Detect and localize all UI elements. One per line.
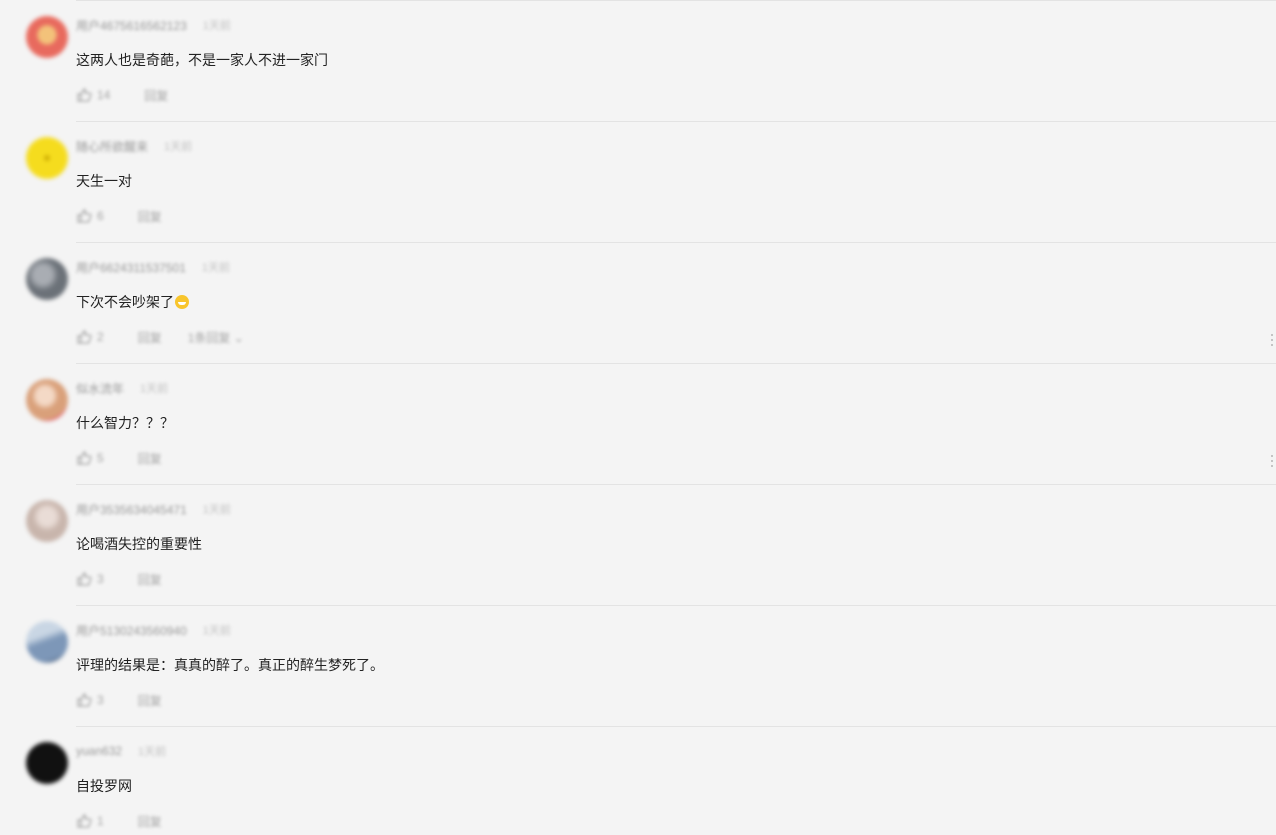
timestamp: 1天前 bbox=[138, 746, 167, 758]
comment-item: 用户3535634045471 1天前 论喝酒失控的重要性 3 回复 bbox=[0, 484, 1276, 605]
timestamp: 1天前 bbox=[202, 20, 231, 32]
divider bbox=[76, 484, 1276, 485]
like-count: 3 bbox=[97, 572, 104, 586]
thumbs-up-icon bbox=[77, 451, 92, 465]
avatar[interactable] bbox=[26, 621, 68, 663]
divider bbox=[76, 0, 1276, 1]
avatar[interactable] bbox=[26, 16, 68, 58]
comment-actions: 14 回复 bbox=[76, 86, 168, 104]
like-button[interactable]: 3 bbox=[76, 571, 104, 587]
chevron-down-icon: ⌄ bbox=[233, 330, 244, 345]
comment-item: 随心所欲醒来 1天前 天生一对 6 回复 bbox=[0, 121, 1276, 242]
comment-meta: 用户6624311537501 1天前 bbox=[76, 259, 230, 275]
like-count: 6 bbox=[97, 209, 104, 223]
reply-button[interactable]: 回复 bbox=[138, 450, 162, 467]
comment-item: 用户5130243560940 1天前 评理的结果是：真真的醉了。真正的醉生梦死… bbox=[0, 605, 1276, 726]
comment-meta: 用户5130243560940 1天前 bbox=[76, 622, 231, 638]
avatar[interactable] bbox=[26, 500, 68, 542]
thumbs-up-icon bbox=[77, 209, 92, 223]
comment-meta: 用户3535634045471 1天前 bbox=[76, 501, 231, 517]
like-count: 1 bbox=[97, 814, 104, 828]
comment-actions: 1 回复 bbox=[76, 812, 162, 830]
like-count: 5 bbox=[97, 451, 104, 465]
reply-button[interactable]: 回复 bbox=[138, 692, 162, 709]
reply-button[interactable]: 回复 bbox=[138, 329, 162, 346]
avatar[interactable] bbox=[26, 258, 68, 300]
comment-meta: 似水流年 1天前 bbox=[76, 380, 168, 396]
username[interactable]: 用户4675616562123 bbox=[76, 17, 187, 34]
username[interactable]: 用户6624311537501 bbox=[76, 259, 186, 276]
like-button[interactable]: 6 bbox=[76, 208, 104, 224]
more-options-icon[interactable] bbox=[1271, 334, 1274, 346]
comment-meta: 随心所欲醒来 1天前 bbox=[76, 138, 192, 154]
timestamp: 1天前 bbox=[140, 383, 169, 395]
reply-button[interactable]: 回复 bbox=[138, 208, 162, 225]
comment-item: yuan632 1天前 自投罗网 1 回复 bbox=[0, 726, 1276, 835]
reply-button[interactable]: 回复 bbox=[138, 571, 162, 588]
comment-item: 用户6624311537501 1天前 下次不会吵架了 2 回复 1条回复 ⌄ bbox=[0, 242, 1276, 363]
like-button[interactable]: 14 bbox=[76, 87, 110, 103]
comment-text: 什么智力？？？ bbox=[76, 415, 174, 431]
divider bbox=[76, 242, 1276, 243]
comment-text: 天生一对 bbox=[76, 173, 132, 189]
thumbs-up-icon bbox=[77, 814, 92, 828]
timestamp: 1天前 bbox=[201, 262, 230, 274]
thumbs-up-icon bbox=[77, 572, 92, 586]
comment-meta: yuan632 1天前 bbox=[76, 743, 166, 759]
comment-actions: 6 回复 bbox=[76, 207, 162, 225]
expand-replies-label: 1条回复 bbox=[187, 330, 231, 345]
avatar[interactable] bbox=[26, 742, 68, 784]
comment-meta: 用户4675616562123 1天前 bbox=[76, 17, 231, 33]
comment-text: 评理的结果是：真真的醉了。真正的醉生梦死了。 bbox=[76, 657, 384, 673]
like-count: 14 bbox=[97, 88, 111, 102]
divider bbox=[76, 363, 1276, 364]
thumbs-up-icon bbox=[77, 88, 92, 102]
username[interactable]: 随心所欲醒来 bbox=[76, 138, 148, 155]
comment-actions: 5 回复 bbox=[76, 449, 162, 467]
comment-actions: 2 回复 1条回复 ⌄ bbox=[76, 328, 244, 346]
like-button[interactable]: 5 bbox=[76, 450, 104, 466]
comment-item: 用户4675616562123 1天前 这两人也是奇葩，不是一家人不进一家门 1… bbox=[0, 0, 1276, 121]
thumbs-up-icon bbox=[77, 330, 92, 344]
like-button[interactable]: 3 bbox=[76, 692, 104, 708]
username[interactable]: yuan632 bbox=[76, 744, 122, 758]
grin-emoji-icon bbox=[175, 295, 189, 309]
comment-actions: 3 回复 bbox=[76, 570, 162, 588]
comment-list: 用户4675616562123 1天前 这两人也是奇葩，不是一家人不进一家门 1… bbox=[0, 0, 1276, 835]
comment-text: 这两人也是奇葩，不是一家人不进一家门 bbox=[76, 52, 328, 68]
avatar[interactable] bbox=[26, 137, 68, 179]
comment-text-content: 下次不会吵架了 bbox=[76, 294, 174, 310]
avatar[interactable] bbox=[26, 379, 68, 421]
like-button[interactable]: 1 bbox=[76, 813, 104, 829]
comment-item: 似水流年 1天前 什么智力？？？ 5 回复 bbox=[0, 363, 1276, 484]
thumbs-up-icon bbox=[77, 693, 92, 707]
username[interactable]: 似水流年 bbox=[76, 380, 124, 397]
divider bbox=[76, 726, 1276, 727]
like-count: 2 bbox=[97, 330, 104, 344]
timestamp: 1天前 bbox=[202, 504, 231, 516]
comment-text: 论喝酒失控的重要性 bbox=[76, 536, 202, 552]
username[interactable]: 用户3535634045471 bbox=[76, 501, 187, 518]
comment-text: 下次不会吵架了 bbox=[76, 292, 189, 312]
expand-replies-button[interactable]: 1条回复 ⌄ bbox=[188, 329, 244, 346]
comment-actions: 3 回复 bbox=[76, 691, 162, 709]
comment-text: 自投罗网 bbox=[76, 778, 132, 794]
reply-button[interactable]: 回复 bbox=[138, 813, 162, 830]
like-button[interactable]: 2 bbox=[76, 329, 104, 345]
more-options-icon[interactable] bbox=[1271, 455, 1274, 467]
username[interactable]: 用户5130243560940 bbox=[76, 622, 187, 639]
timestamp: 1天前 bbox=[164, 141, 193, 153]
divider bbox=[76, 605, 1276, 606]
timestamp: 1天前 bbox=[202, 625, 231, 637]
like-count: 3 bbox=[97, 693, 104, 707]
reply-button[interactable]: 回复 bbox=[144, 87, 168, 104]
divider bbox=[76, 121, 1276, 122]
